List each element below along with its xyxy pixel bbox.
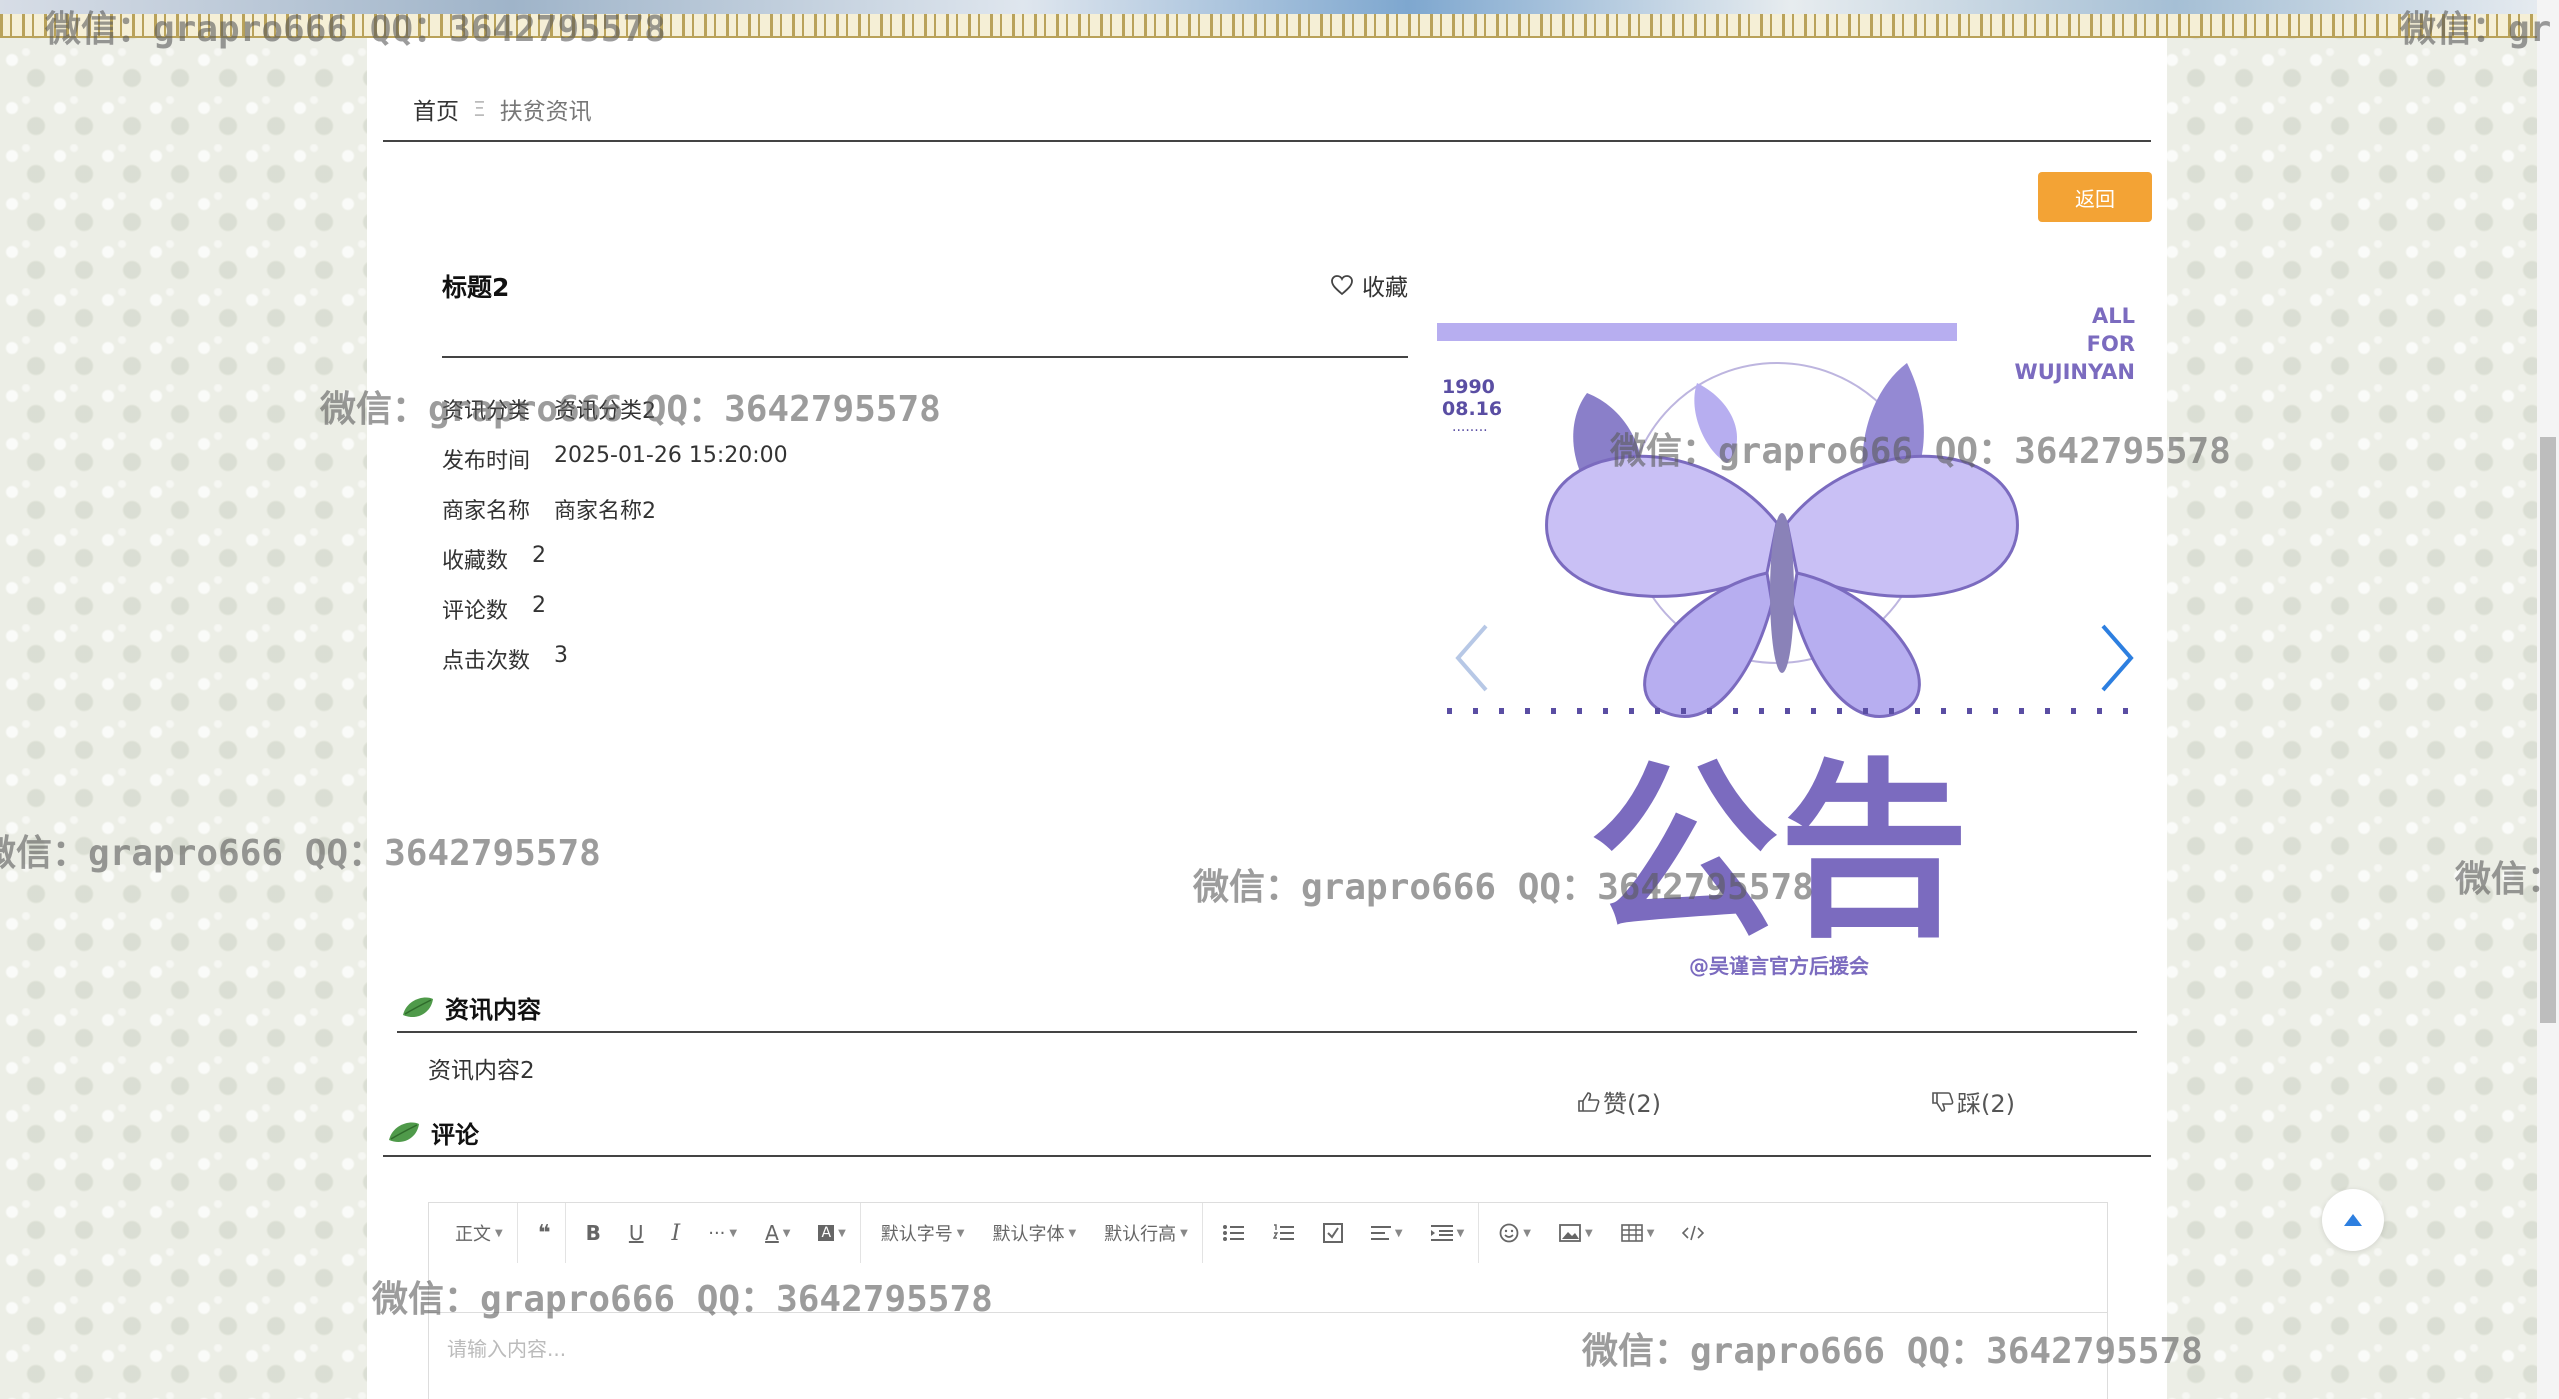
poster-footer-text: @吴谨言官方后援会 — [1689, 954, 1869, 978]
field-value: 商家名称2 — [554, 499, 657, 524]
field-key: 商家名称 — [442, 499, 531, 524]
caret-up-icon — [2344, 1214, 2362, 1226]
breadcrumb-separator: Ξ — [473, 97, 486, 121]
field-row: 收藏数 2 — [442, 543, 788, 593]
bulleted-list-icon — [1222, 1225, 1244, 1241]
watermark-text: 微信：grapro666 QQ：3642795578 — [0, 833, 601, 874]
italic-button[interactable]: I — [658, 1203, 695, 1263]
font-size-dropdown[interactable]: 默认字号 ▼ — [867, 1203, 979, 1263]
more-styles-dropdown[interactable]: ··· ▼ — [694, 1203, 751, 1263]
watermark-text: 微信：grapro666 QQ：3642795578 — [1610, 431, 2231, 472]
comment-section-header: 评论 — [387, 1115, 479, 1150]
like-button[interactable]: 赞(2) — [1577, 1084, 1661, 1119]
breadcrumb-current[interactable]: 扶贫资讯 — [500, 92, 592, 126]
field-row: 评论数 2 — [442, 593, 788, 643]
content-text: 资讯内容2 — [428, 1058, 535, 1084]
content-section-title: 资讯内容 — [445, 996, 541, 1024]
checkbox-icon — [1322, 1223, 1343, 1243]
background-color-dropdown[interactable]: A ▼ — [804, 1203, 861, 1263]
numbered-list-button[interactable] — [1259, 1203, 1309, 1263]
field-key: 点击次数 — [442, 649, 531, 674]
watermark-text: 微信：grapro666 QQ：3642795578 — [1582, 1331, 2203, 1372]
paragraph-style-dropdown[interactable]: 正文 ▼ — [441, 1203, 518, 1263]
bold-button[interactable]: B — [572, 1203, 615, 1263]
underline-button[interactable]: U — [615, 1203, 658, 1263]
content-section-divider — [397, 1031, 2137, 1033]
breadcrumb-divider — [383, 140, 2151, 142]
field-key: 评论数 — [442, 599, 509, 624]
smiley-icon — [1499, 1223, 1519, 1243]
article-info: 标题2 收藏 资讯分类 资讯分类2 发布时间 2025-01-26 15:20:00… — [442, 268, 1408, 674]
poster-date: 1990 — [1442, 376, 1495, 398]
table-icon — [1620, 1224, 1643, 1242]
field-row: 发布时间 2025-01-26 15:20:00 — [442, 443, 788, 493]
back-to-top-button[interactable] — [2322, 1189, 2384, 1251]
back-button[interactable]: 返回 — [2038, 172, 2152, 222]
poster-main-text: 公告 — [1589, 742, 1969, 963]
image-dropdown[interactable]: ▼ — [1545, 1203, 1607, 1263]
poster-corner-text: WUJINYAN — [2015, 360, 2135, 384]
page-scrollbar-thumb[interactable] — [2540, 437, 2556, 1023]
field-key: 发布时间 — [442, 449, 531, 474]
article-title: 标题2 — [442, 273, 510, 302]
todo-list-button[interactable] — [1309, 1203, 1357, 1263]
align-dropdown[interactable]: ▼ — [1357, 1203, 1417, 1263]
field-value: 3 — [554, 643, 569, 668]
code-icon — [1682, 1225, 1705, 1241]
bulleted-list-button[interactable] — [1209, 1203, 1259, 1263]
leaf-icon — [389, 1122, 419, 1142]
field-value: 2 — [532, 543, 547, 568]
watermark-text: 微信：grapro666 QQ：3642795578 — [372, 1279, 993, 1320]
heart-icon — [1331, 275, 1353, 296]
comment-input-placeholder[interactable]: 请输入内容... — [447, 1333, 566, 1362]
line-height-dropdown[interactable]: 默认行高 ▼ — [1090, 1203, 1203, 1263]
field-row: 点击次数 3 — [442, 643, 788, 693]
code-button[interactable] — [1668, 1203, 1718, 1263]
breadcrumb: 首页 Ξ 扶贫资讯 — [413, 92, 592, 126]
watermark-text: 微信： — [2455, 859, 2559, 900]
watermark-text: 微信：grapro666 QQ：3642795578 — [320, 389, 941, 430]
field-value: 2 — [532, 593, 547, 618]
watermark-text: 微信：grapro666 QQ：3642795578 — [1193, 867, 1814, 908]
font-family-dropdown[interactable]: 默认字体 ▼ — [978, 1203, 1090, 1263]
leaf-icon — [403, 997, 433, 1017]
quote-button[interactable]: ❝ — [524, 1203, 566, 1263]
field-value: 2025-01-26 15:20:00 — [554, 443, 788, 468]
image-icon — [1559, 1224, 1581, 1242]
article-fields: 资讯分类 资讯分类2 发布时间 2025-01-26 15:20:00 商家名称 商家… — [442, 393, 788, 693]
carousel-next-arrow-icon[interactable] — [2097, 618, 2137, 698]
comment-section-divider — [383, 1155, 2151, 1157]
dislike-label: 踩(2) — [1957, 1090, 2015, 1118]
carousel-prev-arrow-icon[interactable] — [1452, 618, 1492, 698]
font-color-dropdown[interactable]: A ▼ — [751, 1203, 804, 1263]
align-left-icon — [1370, 1226, 1391, 1240]
favorite-button[interactable]: 收藏 — [1330, 268, 1408, 302]
indent-dropdown[interactable]: ▼ — [1417, 1203, 1480, 1263]
like-label: 赞(2) — [1603, 1090, 1661, 1118]
emoji-dropdown[interactable]: ▼ — [1485, 1203, 1545, 1263]
thumbs-up-icon — [1578, 1091, 1600, 1112]
main-page: 首页 Ξ 扶贫资讯 返回 标题2 收藏 资讯分类 资讯分类2 发布时间 2025-0… — [367, 38, 2167, 1399]
poster-corner-text: ALL — [2092, 304, 2135, 328]
dislike-button[interactable]: 踩(2) — [1931, 1084, 2015, 1119]
watermark-text: 微信：gr — [2400, 9, 2552, 50]
indent-icon — [1430, 1225, 1453, 1241]
poster-date-dots: ········ — [1452, 423, 1488, 439]
field-key: 收藏数 — [442, 549, 509, 574]
breadcrumb-home[interactable]: 首页 — [413, 92, 459, 126]
content-section-header: 资讯内容 — [401, 990, 541, 1025]
comment-section-title: 评论 — [431, 1121, 479, 1149]
poster-date: 08.16 — [1442, 398, 1502, 420]
field-row: 商家名称 商家名称2 — [442, 493, 788, 543]
poster-corner-text: FOR — [2087, 332, 2135, 356]
title-divider — [442, 356, 1408, 358]
thumbs-down-icon — [1932, 1091, 1954, 1112]
editor-toolbar: 正文 ▼ ❝ B U I ··· ▼ A ▼ A ▼ 默认字号 ▼ 默认字体 ▼ 默认行高 ▼… — [429, 1203, 2107, 1263]
table-dropdown[interactable]: ▼ — [1607, 1203, 1669, 1263]
favorite-label: 收藏 — [1362, 275, 1408, 301]
numbered-list-icon — [1272, 1224, 1294, 1240]
watermark-text: 微信：grapro666 QQ：3642795578 — [45, 9, 666, 50]
